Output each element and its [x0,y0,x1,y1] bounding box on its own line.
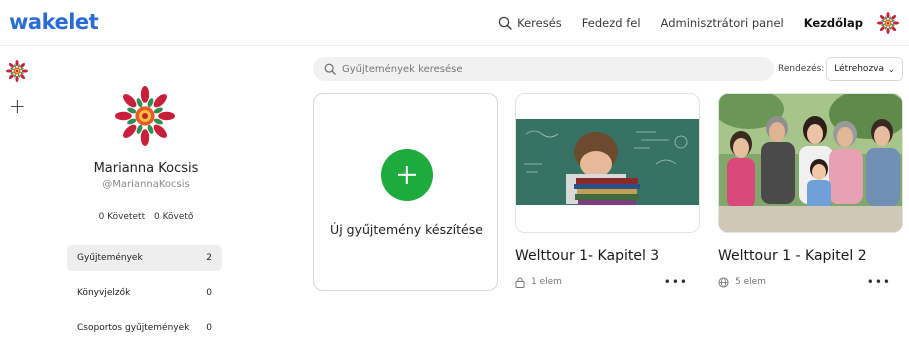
nav-search[interactable]: Keresés [498,16,562,30]
chevron-down-icon: ⌄ [888,64,895,74]
add-collection-icon[interactable] [381,149,433,201]
side-item-label: Gyűjtemények [77,253,143,263]
new-collection-label: Új gyűjtemény készítése [330,222,483,237]
side-menu: Gyűjtemények 2 Könyvjelzők 0 Csoportos g… [67,245,222,345]
profile-handle: @MariannaKocsis [102,179,190,190]
item-count: 5 elem [735,277,766,287]
side-item-label: Csoportos gyűjtemények [77,323,190,333]
nav-admin-panel[interactable]: Adminisztrátori panel [661,16,784,30]
collections-search-input[interactable]: Gyűjtemények keresése [313,57,774,81]
side-item-collections[interactable]: Gyűjtemények 2 [67,245,222,271]
top-bar: wakelet Keresés Fedezd fel Adminisztráto… [0,0,909,46]
lock-icon [515,277,525,288]
search-placeholder: Gyűjtemények keresése [342,63,463,75]
collection-title[interactable]: Welttour 1 - Kapitel 2 [718,248,903,264]
following-count[interactable]: 0 Követett [99,212,146,222]
collection-meta: 1 elem ••• [515,275,700,289]
family-photo-image [719,94,902,232]
side-item-label: Könyvjelzők [77,288,131,298]
side-item-bookmarks[interactable]: Könyvjelzők 0 [67,280,222,306]
sort-dropdown[interactable]: Létrehozva ⌄ [826,57,903,81]
sort-value: Létrehozva [834,64,885,74]
side-item-group-collections[interactable]: Csoportos gyűjtemények 0 [67,315,222,341]
student-with-books-image [516,94,699,232]
item-count: 1 elem [531,277,562,287]
search-icon [324,63,336,75]
profile-stats: 0 Követett 0 Követő [46,212,246,222]
side-item-count: 0 [206,323,212,333]
user-avatar[interactable] [877,12,899,34]
rail-avatar[interactable] [6,60,28,82]
new-collection-card[interactable]: Új gyűjtemény készítése [313,93,498,291]
collection-card[interactable]: Welttour 1 - Kapitel 2 5 elem ••• [718,93,903,289]
wakelet-logo[interactable]: wakelet [9,10,99,34]
sort-label: Rendezés: [778,64,825,74]
more-options-icon[interactable]: ••• [867,275,891,289]
side-item-count: 2 [206,253,212,263]
side-item-count: 0 [206,288,212,298]
collection-thumbnail[interactable] [515,93,700,233]
collection-meta: 5 elem ••• [718,275,903,289]
nav-search-label: Keresés [517,16,562,30]
search-icon [498,16,512,30]
top-nav: Keresés Fedezd fel Adminisztrátori panel… [478,0,899,46]
profile-avatar [115,86,175,146]
followers-count[interactable]: 0 Követő [154,212,193,222]
nav-home[interactable]: Kezdőlap [804,16,863,30]
nav-explore[interactable]: Fedezd fel [582,16,641,30]
collection-title[interactable]: Welttour 1- Kapitel 3 [515,248,700,264]
collection-card[interactable]: Welttour 1- Kapitel 3 1 elem ••• [515,93,700,289]
collection-thumbnail[interactable] [718,93,903,233]
globe-icon [718,276,729,288]
plus-icon[interactable]: + [9,96,26,116]
more-options-icon[interactable]: ••• [664,275,688,289]
profile-name: Marianna Kocsis [93,161,199,176]
